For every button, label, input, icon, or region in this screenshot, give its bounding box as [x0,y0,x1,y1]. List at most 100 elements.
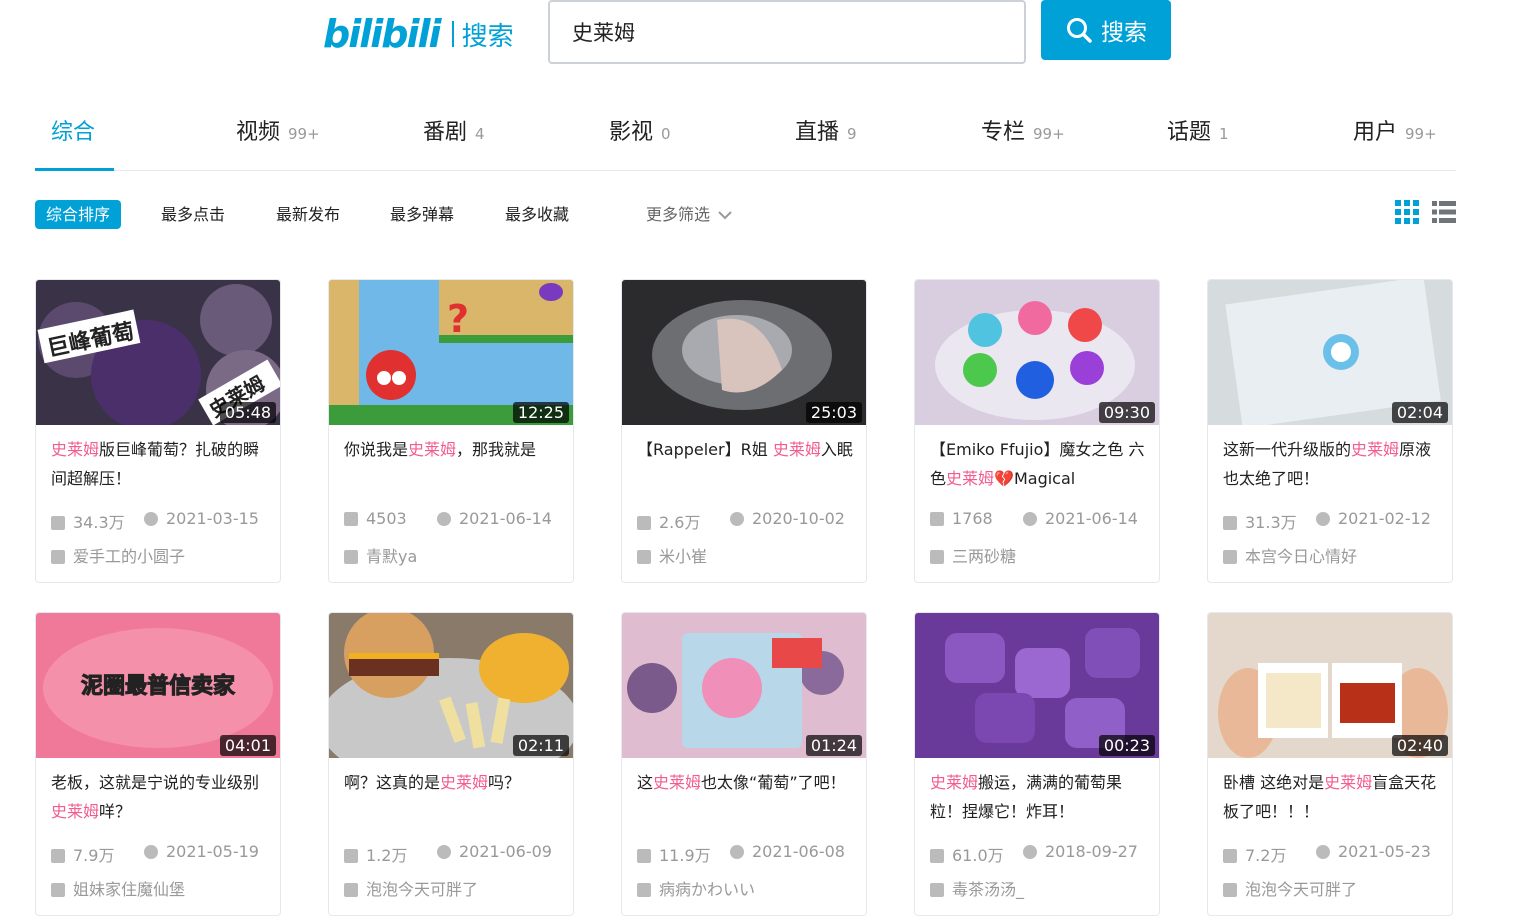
clock-icon [1316,845,1330,859]
list-view-icon[interactable] [1432,200,1456,224]
video-title[interactable]: 啊？这真的是史莱姆吗？ [344,768,564,828]
clock-icon [730,845,744,859]
uploader[interactable]: 姐妹家住魔仙堡 [51,876,185,900]
title-keyword-highlight: 史莱姆 [772,440,821,459]
tab-video[interactable]: 视频 99+ [236,114,320,146]
play-count-icon [1223,516,1237,530]
video-card[interactable]: 25:03 【Rappeler】R姐 史莱姆入眠 2.6万 2020-10-02… [621,279,867,583]
video-thumbnail[interactable]: 02:40 [1208,613,1452,758]
tab-label: 直播 [795,120,840,145]
filter-default-sort[interactable]: 综合排序 [35,200,122,229]
video-duration: 02:11 [512,735,569,756]
video-thumbnail[interactable]: 00:23 [915,613,1159,758]
more-filters-button[interactable]: 更多筛选 [646,200,733,229]
video-stats: 7.2万 2021-05-23 [1223,842,1431,866]
video-title[interactable]: 【Emiko Ffujio】魔女之色 六色史莱姆💔Magical [930,435,1150,495]
logo-search-label: 搜索 [461,21,514,52]
title-text: 【Rappeler】R姐 [637,440,773,459]
title-text: 啊？这真的是 [344,773,441,792]
uploader-name: 泡泡今天可胖了 [366,880,479,899]
video-title[interactable]: 老板，这就是宁说的专业级别史莱姆咩？ [51,768,271,828]
uploader[interactable]: 病病かわいい [637,876,755,900]
play-count-icon [637,849,651,863]
user-icon [1223,883,1237,897]
video-title[interactable]: 这新一代升级版的史莱姆原液也太绝了吧！ [1223,435,1443,495]
user-icon [51,883,65,897]
tab-bangumi[interactable]: 番剧 4 [423,114,485,146]
bilibili-logo[interactable]: bilibili 搜索 [323,10,514,58]
video-card[interactable]: 巨峰葡萄 史莱姆 05:48 史莱姆版巨峰葡萄？扎破的瞬间超解压！ 34.3万 2… [35,279,281,583]
video-title[interactable]: 史莱姆版巨峰葡萄？扎破的瞬间超解压！ [51,435,271,495]
uploader[interactable]: 青默ya [344,543,417,567]
video-title[interactable]: 你说我是史莱姆，那我就是 [344,435,564,495]
user-icon [930,883,944,897]
tab-count: 0 [661,125,671,143]
video-thumbnail[interactable]: 02:04 [1208,280,1452,425]
video-thumbnail[interactable]: ? 12:25 [329,280,573,425]
uploader[interactable]: 爱手工的小圆子 [51,543,185,567]
video-title[interactable]: 卧槽 这绝对是史莱姆盲盒天花板了吧！！！ [1223,768,1443,828]
play-count-icon [51,516,65,530]
tab-count: 1 [1219,125,1229,143]
video-card[interactable]: 02:40 卧槽 这绝对是史莱姆盲盒天花板了吧！！！ 7.2万 2021-05-… [1207,612,1453,916]
video-stats: 11.9万 2021-06-08 [637,842,845,866]
search-button-label: 搜索 [1101,20,1147,46]
title-keyword-highlight: 史莱姆 [408,440,457,459]
video-thumbnail[interactable]: 02:11 [329,613,573,758]
tab-user[interactable]: 用户 99+ [1353,114,1437,146]
video-thumbnail[interactable]: 09:30 [915,280,1159,425]
video-title[interactable]: 这史莱姆也太像“葡萄”了吧！ [637,768,857,828]
video-card[interactable]: 01:24 这史莱姆也太像“葡萄”了吧！ 11.9万 2021-06-08 病病… [621,612,867,916]
uploader[interactable]: 泡泡今天可胖了 [1223,876,1357,900]
view-count: 1768 [952,509,993,528]
video-thumbnail[interactable]: 25:03 [622,280,866,425]
upload-date: 2021-05-19 [166,842,259,861]
view-count: 31.3万 [1245,513,1297,532]
video-card[interactable]: 泥圈最普信卖家 04:01 老板，这就是宁说的专业级别史莱姆咩？ 7.9万 20… [35,612,281,916]
tab-count: 99+ [1033,125,1065,143]
filter-most-favorited[interactable]: 最多收藏 [505,200,569,229]
video-card[interactable]: 00:23 史莱姆搬运，满满的葡萄果粒！捏爆它！炸耳！ 61.0万 2018-0… [914,612,1160,916]
view-count: 7.9万 [73,846,115,865]
uploader[interactable]: 毒茶汤汤_ [930,876,1024,900]
tab-live[interactable]: 直播 9 [795,114,857,146]
video-card[interactable]: 02:11 啊？这真的是史莱姆吗？ 1.2万 2021-06-09 泡泡今天可胖… [328,612,574,916]
video-title[interactable]: 史莱姆搬运，满满的葡萄果粒！捏爆它！炸耳！ [930,768,1150,828]
tab-topic[interactable]: 话题 1 [1167,114,1229,146]
tab-all[interactable]: 综合 [51,114,95,146]
title-text: 老板，这就是宁说的专业级别 [51,773,260,792]
video-card[interactable]: 09:30 【Emiko Ffujio】魔女之色 六色史莱姆💔Magical 1… [914,279,1160,583]
uploader[interactable]: 米小崔 [637,543,707,567]
uploader[interactable]: 本宫今日心情好 [1223,543,1357,567]
video-card[interactable]: 02:04 这新一代升级版的史莱姆原液也太绝了吧！ 31.3万 2021-02-… [1207,279,1453,583]
search-input[interactable]: 史莱姆 [548,0,1026,64]
tab-label: 视频 [236,120,281,145]
title-text: 也太像“葡萄”了吧！ [701,773,846,792]
user-icon [344,883,358,897]
filter-newest[interactable]: 最新发布 [276,200,340,229]
video-title[interactable]: 【Rappeler】R姐 史莱姆入眠 [637,435,857,495]
upload-date: 2021-03-15 [166,509,259,528]
video-thumbnail[interactable]: 巨峰葡萄 史莱姆 05:48 [36,280,280,425]
video-duration: 02:40 [1391,735,1448,756]
video-thumbnail[interactable]: 泥圈最普信卖家 04:01 [36,613,280,758]
video-thumbnail[interactable]: 01:24 [622,613,866,758]
search-button[interactable]: 搜索 [1041,0,1171,60]
uploader[interactable]: 泡泡今天可胖了 [344,876,478,900]
tab-count: 4 [475,125,485,143]
title-text: 卧槽 这绝对是 [1223,773,1325,792]
filter-most-clicked[interactable]: 最多点击 [161,200,225,229]
search-icon [1067,18,1092,43]
video-stats: 31.3万 2021-02-12 [1223,509,1431,533]
uploader[interactable]: 三两砂糖 [930,543,1016,567]
tab-count: 9 [847,125,857,143]
tab-film[interactable]: 影视 0 [609,114,671,146]
clock-icon [144,512,158,526]
video-card[interactable]: ? 12:25 你说我是史莱姆，那我就是 4503 2021-06-14 青默y… [328,279,574,583]
grid-view-icon[interactable] [1395,200,1419,224]
tab-article[interactable]: 专栏 99+ [981,114,1065,146]
filter-most-danmaku[interactable]: 最多弹幕 [390,200,454,229]
title-keyword-highlight: 史莱姆 [1351,440,1400,459]
video-duration: 00:23 [1098,735,1155,756]
uploader-name: 病病かわいい [659,880,756,899]
